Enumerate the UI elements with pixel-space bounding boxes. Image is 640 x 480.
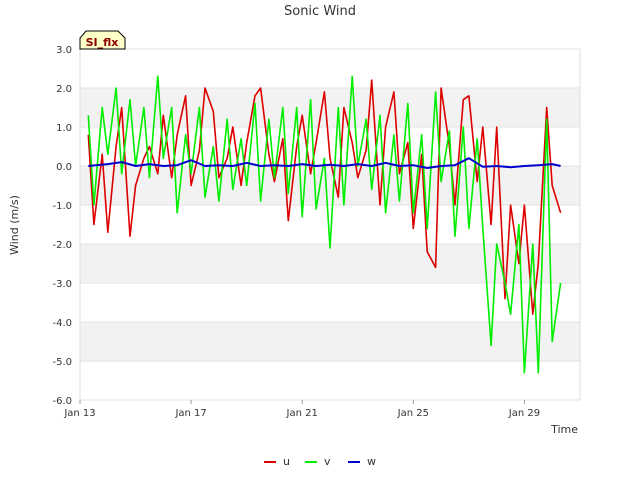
y-axis-label: Wind (m/s): [8, 195, 21, 255]
y-tick-label: 3.0: [56, 45, 72, 56]
background-bands: [80, 88, 580, 361]
grid-band: [80, 166, 580, 205]
x-ticks: Jan 13 Jan 17 Jan 21 Jan 25 Jan 29: [63, 400, 540, 419]
x-tick-label: Jan 17: [174, 408, 206, 419]
x-axis-label: Time: [550, 423, 578, 436]
y-tick-label: -3.0: [52, 279, 72, 290]
y-tick-label: 2.0: [56, 84, 72, 95]
y-tick-label: -2.0: [52, 240, 72, 251]
y-tick-label: 1.0: [56, 123, 72, 134]
y-tick-label: -5.0: [52, 357, 72, 368]
x-tick-label: Jan 29: [508, 408, 540, 419]
legend-label-v: v: [324, 455, 331, 468]
legend: u v w: [264, 455, 376, 468]
station-badge: SI_flx: [79, 30, 126, 50]
y-tick-label: 0.0: [56, 162, 72, 173]
x-tick-label: Jan 25: [397, 408, 429, 419]
grid-band: [80, 322, 580, 361]
legend-label-w: w: [367, 455, 376, 468]
x-tick-label: Jan 21: [286, 408, 318, 419]
legend-label-u: u: [283, 455, 290, 468]
y-tick-label: -1.0: [52, 201, 72, 212]
y-tick-label: -6.0: [52, 396, 72, 407]
badge-label: SI_flx: [86, 36, 119, 49]
y-ticks: -6.0 -5.0 -4.0 -3.0 -2.0 -1.0 0.0 1.0 2.0 3.0: [52, 45, 72, 407]
y-tick-label: -4.0: [52, 318, 72, 329]
x-tick-label: Jan 13: [63, 408, 95, 419]
chart: -6.0 -5.0 -4.0 -3.0 -2.0 -1.0 0.0 1.0 2.0 3.0 Jan…: [8, 4, 581, 468]
grid-band: [80, 244, 580, 283]
chart-title: Sonic Wind: [284, 4, 356, 19]
